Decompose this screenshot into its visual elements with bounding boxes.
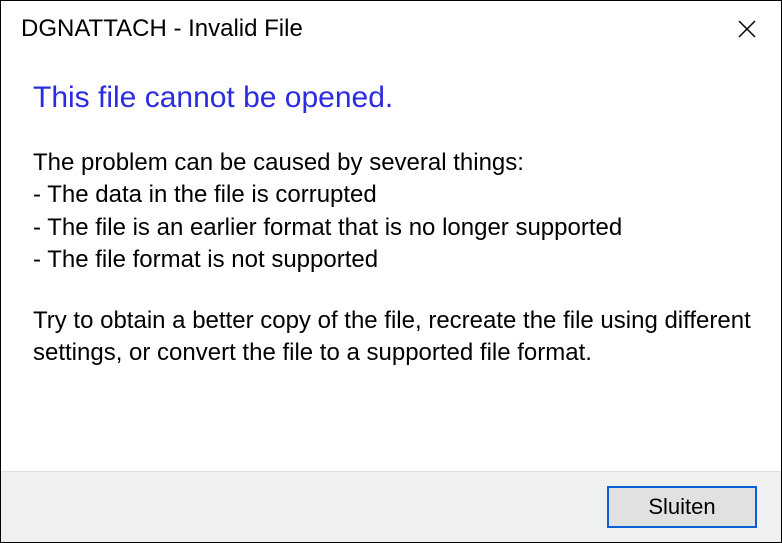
intro-line: The problem can be caused by several thi… — [33, 147, 753, 179]
error-heading: This file cannot be opened. — [33, 81, 753, 115]
bullet-line: - The file format is not supported — [33, 244, 753, 276]
titlebar: DGNATTACH - Invalid File — [1, 1, 781, 53]
window-close-button[interactable] — [727, 11, 767, 47]
bullet-line: - The file is an earlier format that is … — [33, 212, 753, 244]
button-bar: Sluiten — [1, 471, 781, 542]
dialog-window: DGNATTACH - Invalid File This file canno… — [0, 0, 782, 543]
close-icon — [738, 20, 756, 38]
bullet-line: - The data in the file is corrupted — [33, 179, 753, 211]
window-title: DGNATTACH - Invalid File — [21, 15, 303, 43]
advice-line: Try to obtain a better copy of the file,… — [33, 305, 753, 370]
close-button[interactable]: Sluiten — [607, 486, 757, 528]
error-body: The problem can be caused by several thi… — [33, 147, 753, 369]
dialog-content: This file cannot be opened. The problem … — [1, 53, 781, 471]
